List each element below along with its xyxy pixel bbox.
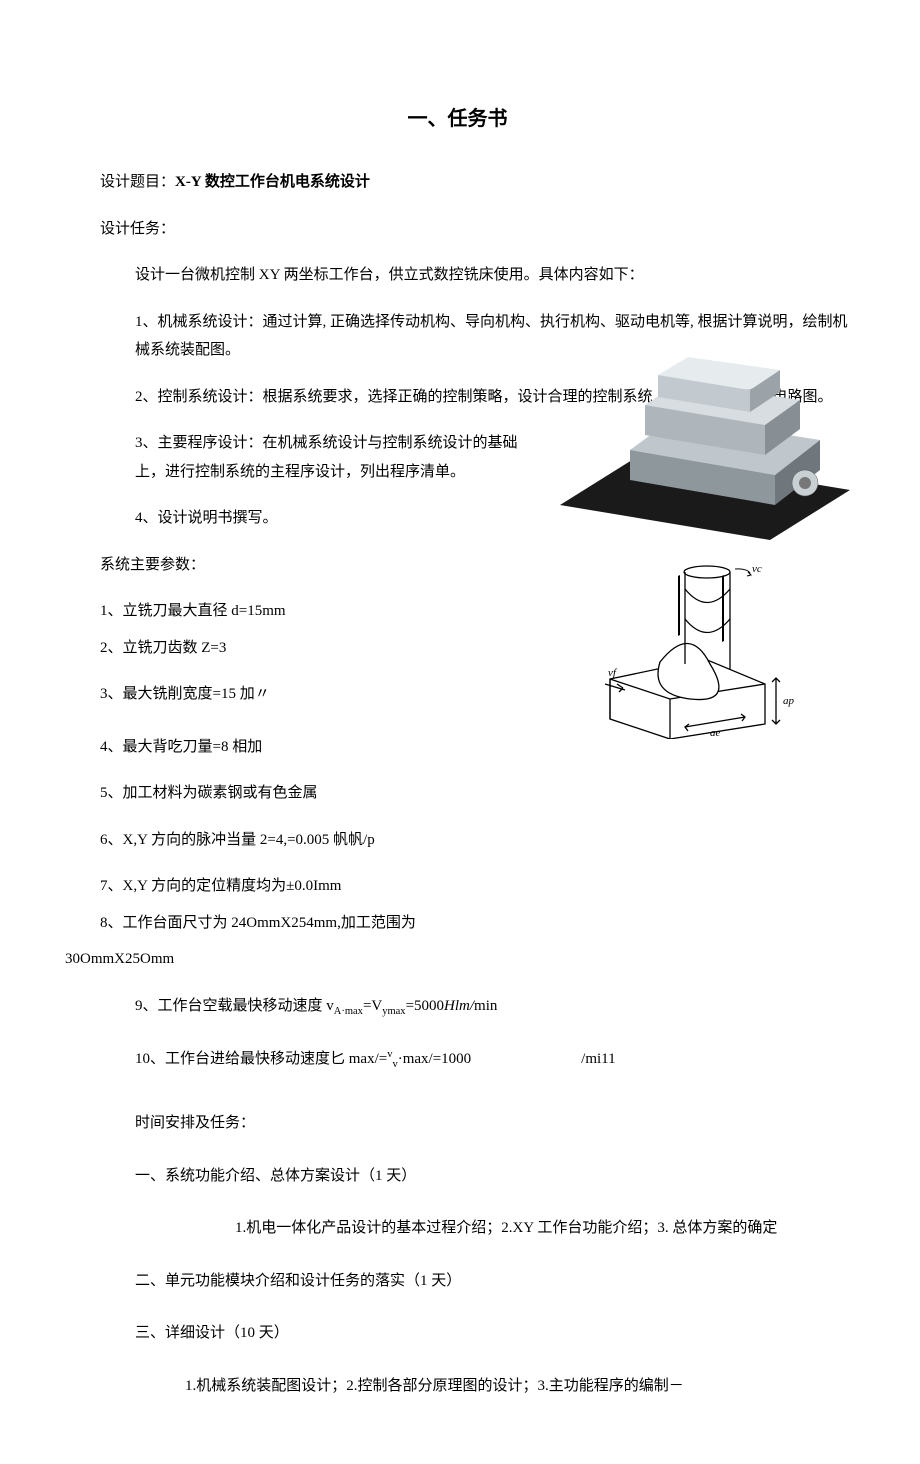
topic-label: 设计题目： bbox=[100, 174, 175, 190]
task-intro: 设计一台微机控制 XY 两坐标工作台，供立式数控铣床使用。具体内容如下： bbox=[65, 257, 850, 294]
p10-tail: /mi11 bbox=[581, 1051, 615, 1067]
task-item-3: 3、主要程序设计：在机械系统设计与控制系统设计的基础上，进行控制系统的主程序设计… bbox=[65, 425, 535, 490]
schedule-2: 二、单元功能模块介绍和设计任务的落实（1 天） bbox=[65, 1263, 850, 1300]
param-6: 6、X,Y 方向的脉冲当量 2=4,=0.005 帆帆/p bbox=[65, 822, 850, 859]
param-10: 10、工作台进给最快移动速度匕 max/=vv·max/=1000/mi11 bbox=[65, 1041, 850, 1079]
p9-post: =5000 bbox=[406, 998, 444, 1014]
task-label: 设计任务： bbox=[65, 211, 850, 248]
p9-pre: 9、工作台空载最快移动速度 v bbox=[135, 998, 334, 1014]
fig2-label-ae: ae bbox=[710, 727, 721, 739]
design-topic: 设计题目：X-Y 数控工作台机电系统设计 bbox=[65, 164, 850, 201]
xy-stage-photo bbox=[550, 355, 850, 545]
p10-pre: 10、工作台进给最快移动速度匕 max/= bbox=[135, 1051, 387, 1067]
param-7: 7、X,Y 方向的定位精度均为±0.0Imm bbox=[65, 868, 850, 905]
schedule-3: 三、详细设计（10 天） bbox=[65, 1315, 850, 1352]
p9-sub1: A·max bbox=[334, 1006, 363, 1017]
p9-sub2: ymax bbox=[382, 1006, 405, 1017]
p9-ital: Hlm/ bbox=[444, 998, 474, 1014]
param-8: 8、工作台面尺寸为 24OmmX254mm,加工范围为 bbox=[65, 905, 850, 942]
milling-cutter-diagram: vc vf ap ae bbox=[590, 564, 810, 739]
schedule-1-detail: 1.机电一体化产品设计的基本过程介绍；2.XY 工作台功能介绍；3. 总体方案的… bbox=[65, 1210, 850, 1247]
param-8-cont: 30OmmX25Omm bbox=[65, 941, 850, 978]
param-5: 5、加工材料为碳素钢或有色金属 bbox=[65, 775, 850, 812]
figure-area: vc vf ap ae bbox=[550, 355, 850, 749]
schedule-label: 时间安排及任务： bbox=[65, 1105, 850, 1142]
topic-value: X-Y 数控工作台机电系统设计 bbox=[175, 174, 370, 190]
p9-mid: =V bbox=[363, 998, 382, 1014]
param-9: 9、工作台空载最快移动速度 vA·max=Vymax=5000Hlm/min bbox=[65, 988, 850, 1026]
schedule-3-detail: 1.机械系统装配图设计；2.控制各部分原理图的设计；3.主功能程序的编制－ bbox=[65, 1368, 850, 1405]
schedule-1: 一、系统功能介绍、总体方案设计（1 天） bbox=[65, 1158, 850, 1195]
fig2-label-vc: vc bbox=[752, 564, 762, 575]
fig2-label-ap: ap bbox=[783, 695, 795, 707]
p9-end: min bbox=[474, 998, 497, 1014]
p10-mid: ·max/=1000 bbox=[398, 1051, 471, 1067]
section-title: 一、任务书 bbox=[65, 100, 850, 138]
